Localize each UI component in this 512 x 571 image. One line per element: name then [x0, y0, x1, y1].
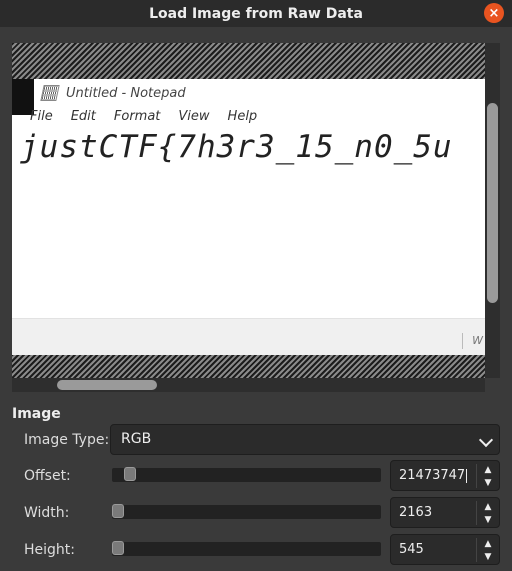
notepad-statusbar: W	[12, 318, 485, 355]
offset-increment-button[interactable]: ▲	[479, 463, 497, 476]
preview-vertical-scrollbar[interactable]	[485, 43, 500, 378]
vertical-scroll-thumb[interactable]	[487, 103, 498, 303]
width-slider-handle[interactable]	[112, 504, 124, 518]
notepad-content-text: justCTF{7h3r3_15_n0_5u	[20, 129, 453, 165]
up-arrow-icon: ▲	[484, 538, 492, 549]
notepad-menu-format: Format	[113, 109, 161, 124]
up-arrow-icon: ▲	[484, 501, 492, 512]
height-spinbutton[interactable]: 545 ▲ ▼	[390, 534, 500, 565]
chevron-down-icon	[478, 432, 494, 448]
down-arrow-icon: ▼	[484, 551, 492, 562]
dialog-titlebar: Load Image from Raw Data ×	[0, 0, 512, 27]
width-slider[interactable]	[112, 504, 381, 519]
notepad-menu-help: Help	[227, 109, 258, 124]
height-value: 545	[399, 542, 424, 557]
down-arrow-icon: ▼	[484, 514, 492, 525]
height-slider[interactable]	[112, 541, 381, 556]
height-decrement-button[interactable]: ▼	[479, 550, 497, 563]
notepad-menubar: File Edit Format View Help	[30, 109, 275, 124]
image-section-label: Image	[12, 406, 61, 422]
close-icon: ×	[488, 5, 500, 21]
close-button[interactable]: ×	[484, 3, 504, 23]
image-type-label: Image Type:	[24, 432, 110, 448]
text-caret	[466, 468, 468, 483]
offset-slider[interactable]	[112, 467, 381, 482]
notepad-menu-file: File	[30, 109, 53, 124]
notepad-menu-edit: Edit	[70, 109, 96, 124]
up-arrow-icon: ▲	[484, 464, 492, 475]
width-label: Width:	[24, 505, 70, 521]
notepad-icon	[40, 85, 60, 101]
image-preview: Untitled - Notepad File Edit Format View…	[12, 43, 500, 378]
width-decrement-button[interactable]: ▼	[479, 513, 497, 526]
dialog-title: Load Image from Raw Data	[149, 5, 363, 22]
offset-slider-handle[interactable]	[124, 467, 136, 481]
horizontal-scroll-thumb[interactable]	[57, 380, 157, 390]
offset-value-wrapper: 21473747	[399, 468, 468, 483]
image-type-dropdown[interactable]: RGB	[110, 424, 500, 455]
height-label: Height:	[24, 542, 75, 558]
notepad-titlebar: Untitled - Notepad	[40, 83, 186, 103]
width-spinbutton[interactable]: 2163 ▲ ▼	[390, 497, 500, 528]
notepad-menu-view: View	[178, 109, 210, 124]
offset-spinbutton[interactable]: 21473747 ▲ ▼	[390, 460, 500, 491]
offset-label: Offset:	[24, 468, 71, 484]
image-type-value: RGB	[121, 431, 152, 447]
height-slider-handle[interactable]	[112, 541, 124, 555]
down-arrow-icon: ▼	[484, 477, 492, 488]
preview-horizontal-scrollbar[interactable]	[12, 378, 485, 392]
spin-divider	[476, 538, 477, 562]
offset-decrement-button[interactable]: ▼	[479, 476, 497, 489]
status-fragment: W	[472, 334, 483, 347]
spin-divider	[476, 464, 477, 488]
preview-notepad-image: Untitled - Notepad File Edit Format View…	[12, 79, 485, 355]
height-increment-button[interactable]: ▲	[479, 537, 497, 550]
spin-divider	[476, 501, 477, 525]
status-separator	[462, 333, 463, 349]
offset-value: 21473747	[399, 468, 466, 483]
width-increment-button[interactable]: ▲	[479, 500, 497, 513]
notepad-title: Untitled - Notepad	[66, 85, 186, 101]
width-value: 2163	[399, 505, 433, 520]
